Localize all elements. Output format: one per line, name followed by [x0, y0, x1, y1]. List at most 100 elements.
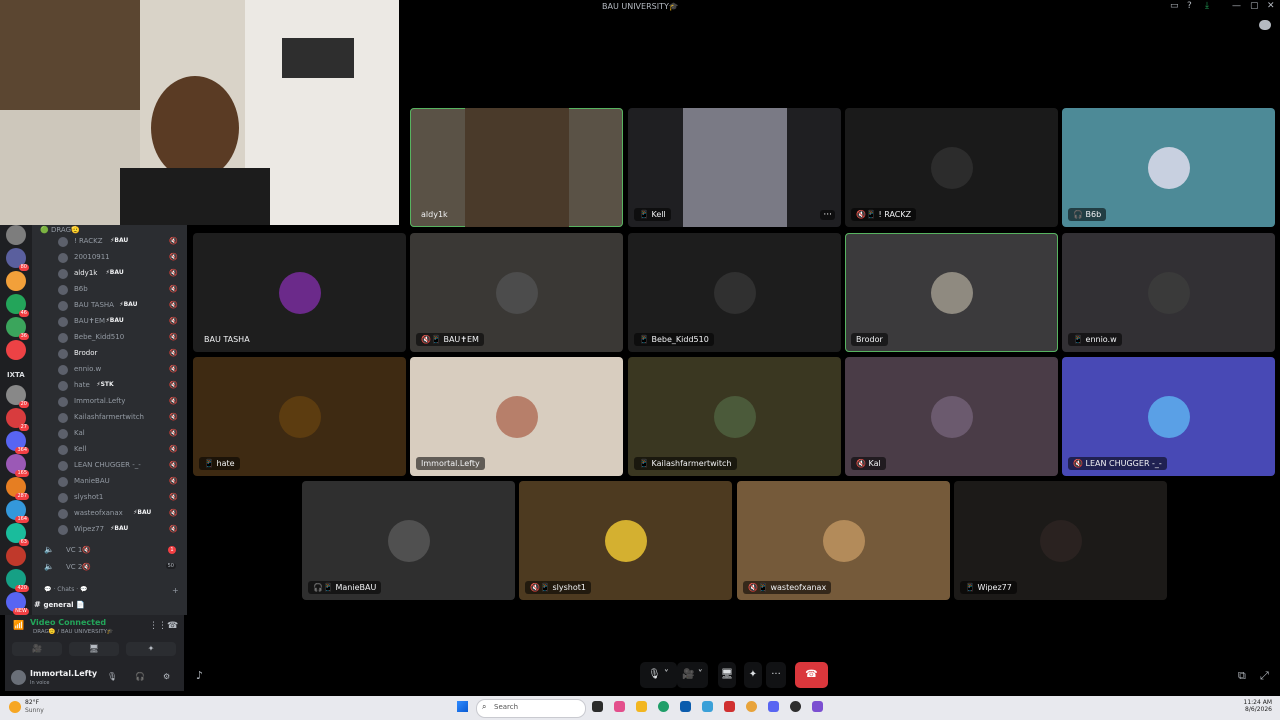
server-icon[interactable]: 63: [6, 523, 29, 546]
maximize-button[interactable]: ▢: [1250, 1, 1259, 11]
participant-tile[interactable]: 📱 Kailashfarmertwitch: [628, 357, 841, 476]
voice-member[interactable]: BAU✝EM ⚡BAU 🔇: [56, 314, 184, 330]
weather-temp[interactable]: 82°F: [25, 699, 39, 706]
activities-button[interactable]: ✦: [744, 662, 762, 688]
connection-location[interactable]: DRAG🫡 / BAU UNIVERSITY🎓: [33, 629, 114, 635]
server-icon[interactable]: 20: [6, 385, 29, 408]
video-toggle-button[interactable]: 🎥: [12, 642, 62, 656]
server-icon[interactable]: NEW: [6, 592, 29, 615]
hang-up-button[interactable]: ☎: [795, 662, 828, 688]
share-screen-button[interactable]: 🖥: [718, 662, 736, 688]
participant-tile[interactable]: aldy1k: [410, 108, 623, 227]
screen-share-button[interactable]: 🖥: [69, 642, 119, 656]
activity-button[interactable]: ✦: [126, 642, 176, 656]
voice-member[interactable]: Kell 🔇: [56, 442, 184, 458]
participant-tile[interactable]: 🔇 LEAN CHUGGER -_-: [1062, 357, 1275, 476]
voice-member[interactable]: Wipez77 ⚡BAU 🔇: [56, 522, 184, 538]
server-icon[interactable]: 364: [6, 431, 29, 454]
voice-channel[interactable]: 🔈 VC 2🔇 50: [42, 560, 182, 576]
participant-tile[interactable]: 🔇📱 slyshot1: [519, 481, 732, 600]
start-menu-icon[interactable]: [457, 701, 468, 712]
chat-toggle-icon[interactable]: [1259, 20, 1271, 30]
taskview-icon[interactable]: [592, 701, 603, 712]
help-icon[interactable]: ?: [1187, 1, 1192, 11]
voice-member[interactable]: BAU TASHA ⚡BAU 🔇: [56, 298, 184, 314]
voice-member[interactable]: LEAN CHUGGER -_- 🔇: [56, 458, 184, 474]
server-icon[interactable]: [6, 340, 26, 360]
close-button[interactable]: ✕: [1267, 1, 1275, 11]
participant-tile[interactable]: Immortal.Lefty: [410, 357, 623, 476]
more-options-button[interactable]: ···: [766, 662, 786, 688]
participant-tile[interactable]: BAU TASHA: [193, 233, 406, 352]
voice-channel[interactable]: 🔈 VC 1🔇 1: [42, 543, 182, 559]
fullscreen-icon[interactable]: ⤢: [1260, 669, 1269, 683]
voice-member[interactable]: Kailashfarmertwitch 🔇: [56, 410, 184, 426]
file-explorer-icon[interactable]: [636, 701, 647, 712]
voice-member[interactable]: ! RACKZ ⚡BAU 🔇: [56, 234, 184, 250]
voice-member[interactable]: wasteofxanax ⚡BAU 🔇: [56, 506, 184, 522]
add-channel-icon[interactable]: +: [172, 586, 179, 595]
app-icon[interactable]: [812, 701, 823, 712]
voice-member[interactable]: slyshot1 🔇: [56, 490, 184, 506]
voice-member[interactable]: aldy1k ⚡BAU 🔇: [56, 266, 184, 282]
participant-tile[interactable]: 📱 Kell ···: [628, 108, 841, 227]
participant-tile[interactable]: 🎧📱 ManieBAU: [302, 481, 515, 600]
server-icon[interactable]: 420: [6, 569, 29, 592]
participant-tile[interactable]: 📱 hate: [193, 357, 406, 476]
app-icon[interactable]: [724, 701, 735, 712]
discord-icon[interactable]: [768, 701, 779, 712]
signal-icon[interactable]: 📶: [13, 621, 24, 631]
server-icon[interactable]: [6, 546, 26, 566]
voice-member[interactable]: Bebe_Kidd510 🔇: [56, 330, 184, 346]
soundboard-icon[interactable]: ♪: [196, 669, 203, 682]
voice-member[interactable]: hate ⚡STK 🔇: [56, 378, 184, 394]
server-icon[interactable]: [6, 271, 26, 291]
app-icon[interactable]: [614, 701, 625, 712]
server-icon[interactable]: 27: [6, 408, 29, 431]
voice-member[interactable]: ManieBAU 🔇: [56, 474, 184, 490]
headphones-icon[interactable]: 🎧: [135, 672, 145, 681]
server-icon[interactable]: 36: [6, 317, 29, 340]
mic-icon[interactable]: 🎙: [107, 672, 117, 681]
weather-icon[interactable]: [9, 701, 21, 713]
participant-tile[interactable]: 📱 Bebe_Kidd510: [628, 233, 841, 352]
participant-tile[interactable]: 🔇📱 wasteofxanax: [737, 481, 950, 600]
voice-member[interactable]: Kal 🔇: [56, 426, 184, 442]
participant-tile[interactable]: 🔇📱 ! RACKZ: [845, 108, 1058, 227]
edge-icon[interactable]: [658, 701, 669, 712]
disconnect-icon[interactable]: ☎: [167, 621, 178, 631]
voice-member[interactable]: ennio.w 🔇: [56, 362, 184, 378]
server-folder-label[interactable]: IXTA: [7, 371, 25, 379]
server-icon[interactable]: 46: [6, 294, 29, 317]
download-icon[interactable]: ⤓: [1205, 1, 1209, 11]
voice-member[interactable]: 20010911 🔇: [56, 250, 184, 266]
inbox-icon[interactable]: ▭: [1170, 1, 1179, 11]
tile-more-icon[interactable]: ···: [820, 210, 835, 220]
noise-suppression-icon[interactable]: ⋮⋮: [149, 621, 167, 631]
voice-member[interactable]: Brodor 🔇: [56, 346, 184, 362]
store-icon[interactable]: [680, 701, 691, 712]
server-icon[interactable]: [6, 225, 26, 245]
channel-group-header[interactable]: 🟢 DRAG🫡: [40, 226, 80, 234]
gear-icon[interactable]: ⚙: [163, 672, 170, 681]
chats-category[interactable]: 💬 · Chats · 💬: [44, 586, 88, 593]
server-icon[interactable]: 287: [6, 477, 29, 500]
app-icon[interactable]: [790, 701, 801, 712]
minimize-button[interactable]: —: [1232, 1, 1241, 11]
voice-member[interactable]: B6b 🔇: [56, 282, 184, 298]
server-icon[interactable]: 80: [6, 248, 29, 271]
participant-tile[interactable]: 🔇📱 BAU✝EM: [410, 233, 623, 352]
participant-tile[interactable]: 📱 ennio.w: [1062, 233, 1275, 352]
server-icon[interactable]: 164: [6, 500, 29, 523]
avatar[interactable]: [11, 670, 26, 685]
mic-button[interactable]: 🎙 ˅: [640, 662, 677, 688]
text-channel-general[interactable]: # general 📄: [34, 600, 85, 609]
camera-button[interactable]: 🎥 ˅: [677, 662, 708, 688]
voice-member[interactable]: Immortal.Lefty 🔇: [56, 394, 184, 410]
taskbar-search[interactable]: ⌕ Search: [476, 699, 586, 718]
participant-tile[interactable]: Brodor: [845, 233, 1058, 352]
participant-tile[interactable]: 📱 Wipez77: [954, 481, 1167, 600]
participant-tile[interactable]: 🔇 Kal: [845, 357, 1058, 476]
server-icon[interactable]: 165: [6, 454, 29, 477]
clock[interactable]: 11:24 AM 8/6/2026: [1240, 699, 1272, 713]
